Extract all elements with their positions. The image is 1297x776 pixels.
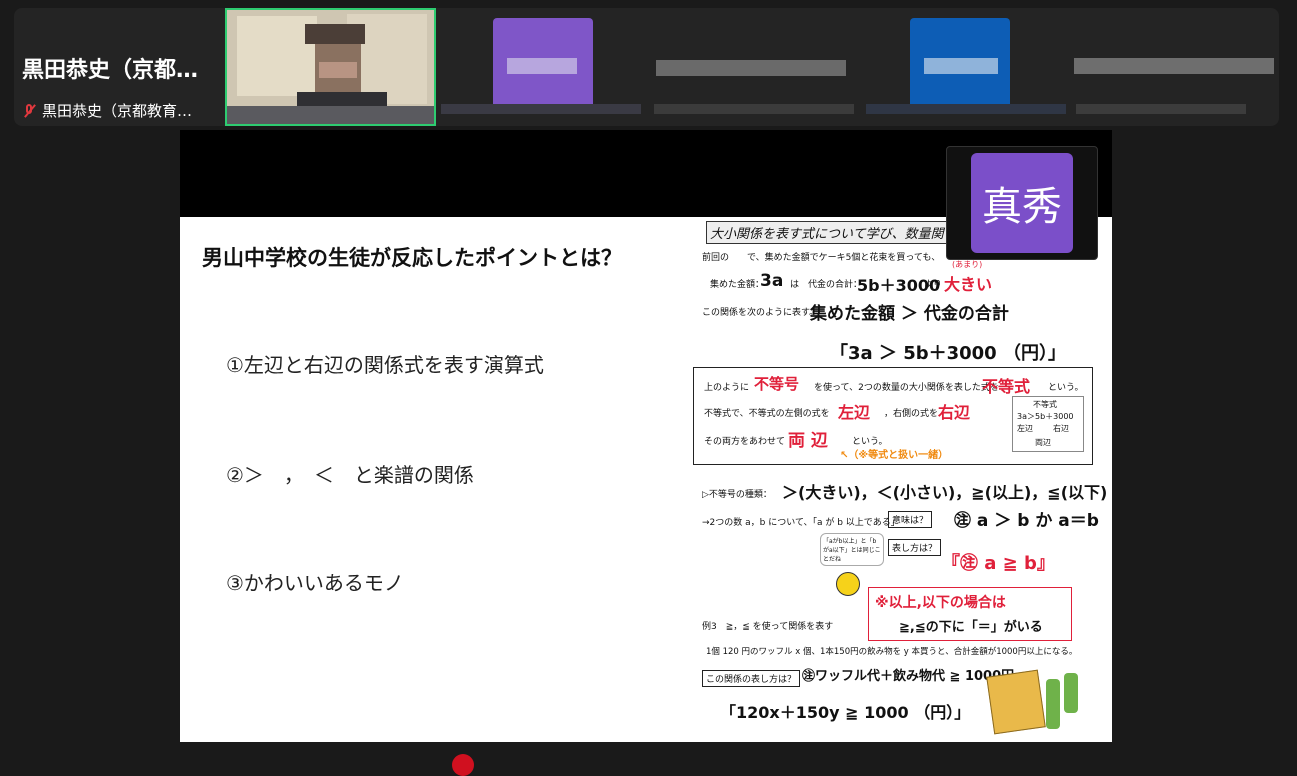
participant-display-name: 黒田恭史（京都… <box>22 58 199 83</box>
def-hand: 右辺 <box>938 403 971 422</box>
slide-point-1: ①左辺と右辺の関係式を表す演算式 <box>226 353 544 377</box>
meaning-hand: ㊟ a ＞ b か a＝b <box>954 511 1099 531</box>
ab-line: →2つの数 a，b について、「a が b 以上である」 <box>702 518 900 528</box>
speech-bubble: 「aがb以上」と「bがa以下」とは同じことだね <box>820 533 884 566</box>
def-text: という。 <box>1048 383 1084 393</box>
mascot-icon <box>836 572 860 596</box>
relation-hand: 集めた金額 ＞ 代金の合計 <box>810 304 1009 324</box>
participant-tile[interactable] <box>650 8 860 126</box>
def-text: 不等式で、不等式の左側の式を <box>704 409 830 419</box>
worksheet-header: 大小関係を表す式について学び、数量関 <box>706 221 948 244</box>
def-hand: ↖（※等式と扱い一緒） <box>840 450 949 461</box>
participant-avatar-overlay[interactable]: 真秀 <box>946 146 1098 260</box>
example-label: 例3 ≧，≦ を使って関係を表す <box>702 622 834 632</box>
slide-title: 男山中学校の生徒が反応したポイントとは？ <box>202 246 622 270</box>
worksheet-line: 前回の で、集めた金額でケーキ5個と花束を買っても、 <box>702 253 941 263</box>
yori-label: より <box>924 280 942 290</box>
participant-name-label: 黒田恭史（京都教育… <box>22 100 192 121</box>
relation-text: この関係を次のように表す。 <box>702 308 819 318</box>
participant-tile[interactable] <box>437 8 647 126</box>
bottle-image <box>1046 679 1060 729</box>
how-rel-hand: ㊟ワッフル代＋飲み物代 ≧ 1000円 <box>802 669 1015 684</box>
note-box: ※以上,以下の場合は ≧,≦の下に「＝」がいる <box>868 587 1072 641</box>
def-hand: 不等式 <box>982 377 1031 396</box>
record-indicator-icon <box>452 754 474 776</box>
participant-tile-kuroda[interactable]: 黒田恭史（京都… 黒田恭史（京都教育… <box>14 8 224 126</box>
mini-both: 両辺 <box>1035 438 1051 447</box>
slide-point-3: ③かわいいあるモノ <box>226 571 404 595</box>
definition-box: 上のように 不等号 を使って、2つの数量の大小関係を表した式を 不等式 という。… <box>693 367 1093 465</box>
def-hand: 不等号 <box>754 375 800 393</box>
how-label: 表し方は？ <box>888 539 942 556</box>
def-text: その両方をあわせて <box>704 437 786 447</box>
waffle-image <box>986 669 1046 735</box>
muted-microphone-icon <box>22 103 36 119</box>
avatar-name-badge: 真秀 <box>971 153 1073 253</box>
def-text: を使って、2つの数量の大小関係を表した式を <box>814 383 999 393</box>
bigger-ruby: (あまり) <box>952 260 983 269</box>
participant-sub-name: 黒田恭史（京都教育… <box>42 102 193 120</box>
def-hand: 両 辺 <box>788 431 828 451</box>
how-hand: 『㊟ a ≧ b』 <box>942 553 1055 574</box>
def-hand: 左辺 <box>838 403 871 422</box>
total-label: 代金の合計： <box>808 280 863 290</box>
participant-strip: 黒田恭史（京都… 黒田恭史（京都教育… <box>14 8 1279 126</box>
mini-formula: 3a＞5b＋3000 <box>1017 412 1074 421</box>
worksheet-image: 大小関係を表す式について学び、数量関 前回の で、集めた金額でケーキ5個と花束を… <box>690 217 1112 742</box>
example-text: 1個 120 円のワッフル x 個、1本150円の飲み物を y 本買うと、合計金… <box>706 647 1078 657</box>
note-hand: ≧,≦の下に「＝」がいる <box>899 620 1043 635</box>
collected-label: 集めた金額： <box>710 280 765 290</box>
participant-tile[interactable] <box>862 8 1072 126</box>
answer-hand: 「120x＋150y ≧ 1000 （円）」 <box>720 703 971 722</box>
meaning-label: 意味は？ <box>888 511 933 528</box>
presentation-slide: 男山中学校の生徒が反応したポイントとは？ ①左辺と右辺の関係式を表す演算式 ②＞… <box>180 217 1112 742</box>
note-hand: ※以上,以下の場合は <box>875 595 1006 611</box>
participant-tile[interactable] <box>1074 8 1279 126</box>
is-label: は <box>790 280 800 290</box>
collected-value: 3a <box>760 271 784 291</box>
types-label: ▷不等号の種類： <box>702 490 772 500</box>
bottle-image <box>1064 673 1078 713</box>
participant-video-tile[interactable] <box>225 8 436 126</box>
mini-figure: 不等式 3a＞5b＋3000 左辺 右辺 両辺 <box>1012 396 1084 452</box>
slide-point-2: ②＞ ， ＜ と楽譜の関係 <box>226 463 474 487</box>
how-rel-label: この関係の表し方は？ <box>702 670 801 687</box>
types-hand: ＞(大きい)，＜(小さい)，≧(以上)，≦(以下) <box>782 483 1108 502</box>
mini-right: 右辺 <box>1053 424 1069 433</box>
bigger-hand: 大きい <box>944 275 993 294</box>
def-text: 上のように <box>704 383 750 393</box>
mini-left: 左辺 <box>1017 424 1033 433</box>
relation-formula: 「3a ＞ 5b＋3000 （円）」 <box>830 343 1066 364</box>
mini-title: 不等式 <box>1033 400 1057 409</box>
def-text: ，右側の式を <box>884 409 939 419</box>
